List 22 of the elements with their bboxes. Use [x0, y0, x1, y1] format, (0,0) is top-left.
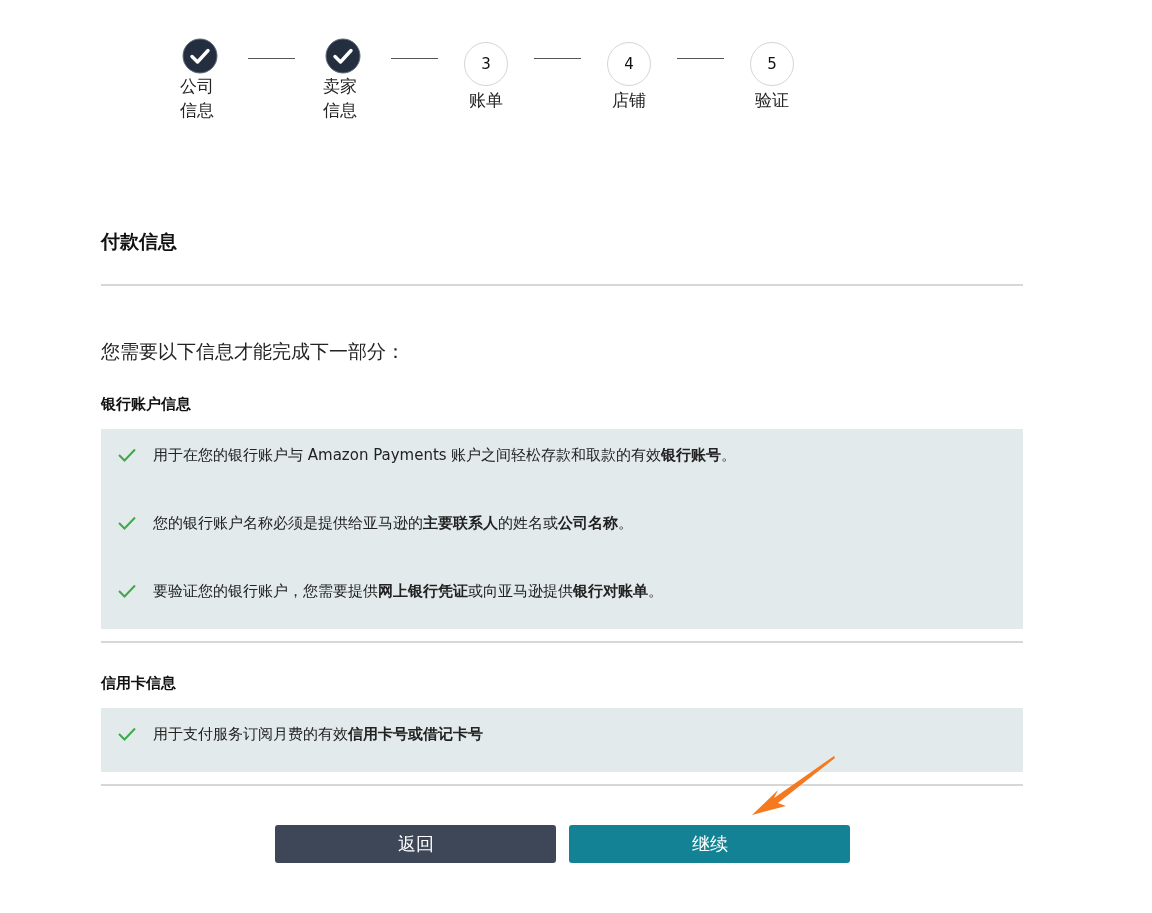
requirement-text: 您的银行账户名称必须是提供给亚马逊的主要联系人的姓名或公司名称。	[153, 513, 633, 533]
step-label: 公司信息	[180, 75, 215, 122]
intro-text: 您需要以下信息才能完成下一部分：	[101, 339, 406, 364]
check-icon	[117, 515, 137, 531]
requirement-text: 用于在您的银行账户与 Amazon Payments 账户之间轻松存款和取款的有效银行账号。	[153, 445, 737, 465]
section-title: 付款信息	[101, 229, 178, 254]
step-number: 4	[607, 42, 651, 86]
back-button[interactable]: 返回	[275, 825, 556, 863]
requirement-text: 要验证您的银行账户，您需要提供网上银行凭证或向亚马逊提供银行对账单。	[153, 581, 663, 601]
subsection-heading: 信用卡信息	[101, 673, 177, 694]
check-icon	[117, 583, 137, 599]
step-label: 验证	[754, 89, 790, 112]
check-icon	[117, 447, 137, 463]
check-icon	[117, 726, 137, 742]
subsection-heading: 银行账户信息	[101, 394, 192, 415]
step-number: 3	[464, 42, 508, 86]
step-number: 5	[750, 42, 794, 86]
step-label: 卖家信息	[323, 75, 358, 122]
step-label: 账单	[468, 89, 504, 112]
continue-button[interactable]: 继续	[569, 825, 850, 863]
requirement-text: 用于支付服务订阅月费的有效信用卡号或借记卡号	[153, 724, 483, 744]
step-label: 店铺	[611, 89, 647, 112]
